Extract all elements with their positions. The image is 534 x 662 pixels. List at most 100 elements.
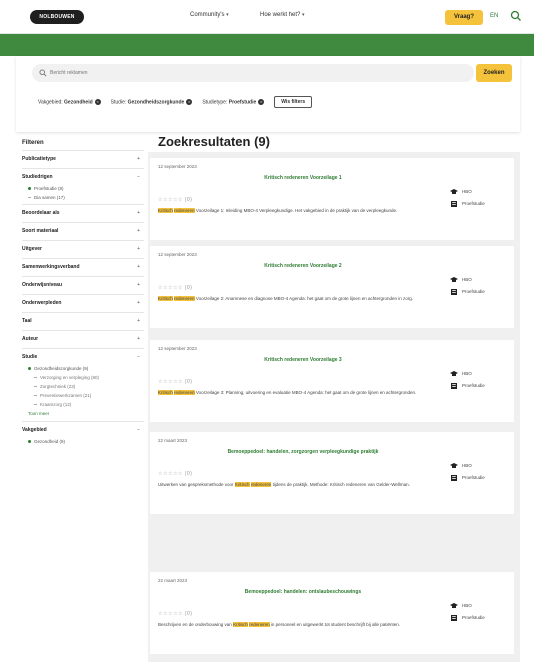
expand-toggle-icon[interactable]: + <box>137 207 140 220</box>
expand-toggle-icon[interactable]: + <box>137 225 140 238</box>
expand-toggle-icon[interactable]: + <box>137 153 140 166</box>
filter-chip-vakgebied[interactable]: Vakgebied: Gezondheid × <box>38 98 101 105</box>
filter-group-header[interactable]: Samenwerkingsverband + <box>22 261 144 274</box>
filter-option[interactable]: Proefstudie (8) <box>22 184 144 193</box>
nav-communities[interactable]: Community's ▾ <box>190 12 229 18</box>
filter-chip-studietype[interactable]: Studietype: Proefstudie × <box>202 98 265 105</box>
search-button[interactable]: Zoeken <box>476 64 512 82</box>
filter-group: Onderwijsniveau + <box>22 276 144 294</box>
filter-group: Samenwerkingsverband + <box>22 258 144 276</box>
filter-group-header[interactable]: Uitgever + <box>22 243 144 256</box>
result-card[interactable]: 12 september 2023 Kritisch redeneren Voor… <box>150 340 514 422</box>
result-title-link[interactable]: Bemoeppedoel: handelen: ontslaubeschouwi… <box>158 589 448 595</box>
graduation-cap-icon <box>450 603 458 608</box>
document-type-icon <box>451 615 457 621</box>
filter-group-label: Soort materiaal <box>22 228 59 234</box>
filter-group-header[interactable]: Onderwijsniveau + <box>22 279 144 292</box>
filter-option[interactable]: Verzorging en verpleging (80) <box>22 373 144 382</box>
filter-option[interactable]: Dia samen (17) <box>22 193 144 202</box>
result-title-link[interactable]: Kritisch redeneren Voorzeilage 2 <box>158 263 448 269</box>
filter-group: Uitgever + <box>22 240 144 258</box>
result-meta: HBO Proefstudie <box>450 600 485 624</box>
close-icon[interactable]: × <box>258 98 265 105</box>
expand-toggle-icon[interactable]: + <box>137 333 140 346</box>
language-switch[interactable]: EN <box>490 13 498 19</box>
result-card[interactable]: 22 maart 2023 Bemoeppedoel: handelen: ont… <box>150 572 514 654</box>
clear-filters-button[interactable]: Wis filters <box>274 96 313 108</box>
filter-chip-studie[interactable]: Studie: Gezondheidszorgkunde × <box>111 98 193 105</box>
result-title-link[interactable]: Kritisch redeneren Voorzeilage 1 <box>158 175 448 181</box>
close-icon[interactable]: × <box>94 98 101 105</box>
graduation-cap-icon <box>450 277 458 282</box>
study-type: Proefstudie <box>462 475 485 480</box>
result-description: Kritisch redeneren Voorzeilage 2: Anamne… <box>158 296 413 301</box>
result-card[interactable]: 12 september 2023 Kritisch redeneren Voor… <box>150 158 514 240</box>
expand-toggle-icon[interactable]: − <box>137 171 140 184</box>
search-icon[interactable] <box>510 10 522 22</box>
close-icon[interactable]: × <box>186 98 193 105</box>
expand-toggle-icon[interactable]: − <box>137 424 140 437</box>
education-level: HBO <box>462 603 472 608</box>
filter-option[interactable]: Gezondheid (9) <box>22 437 144 446</box>
expand-toggle-icon[interactable]: + <box>137 243 140 256</box>
result-description: Beschrijven en de onderbouwing van Kriti… <box>158 622 400 627</box>
filter-group-label: Studie <box>22 354 38 360</box>
result-description: Kritisch redeneren Voorzeilage 3: Planni… <box>158 390 417 395</box>
rating-stars: ☆☆☆☆☆ (0) <box>158 379 193 385</box>
search-highlight: redeneren <box>250 482 272 487</box>
filter-group-header[interactable]: Publicatietype + <box>22 153 144 166</box>
result-title-link[interactable]: Kritisch redeneren Voorzeilage 3 <box>158 357 448 363</box>
filter-group-header[interactable]: Taal + <box>22 315 144 328</box>
site-logo[interactable]: NOLBOUWEN <box>30 10 84 24</box>
search-highlight: Kritisch <box>158 296 173 301</box>
document-type-icon <box>451 383 457 389</box>
result-card[interactable]: 12 september 2023 Kritisch redeneren Voor… <box>150 246 514 328</box>
result-title-link[interactable]: Bemoeppedoel: handelen, zorgzorgen verpl… <box>158 449 448 455</box>
result-meta: HBO Proefstudie <box>450 274 485 298</box>
filter-group-header[interactable]: Soort materiaal + <box>22 225 144 238</box>
filter-group-header[interactable]: Onderwerpleden + <box>22 297 144 310</box>
selected-dot-icon <box>28 187 31 191</box>
nav-how-it-works[interactable]: Hoe werkt het? ▾ <box>260 12 305 18</box>
filter-group-label: Onderwerpleden <box>22 300 62 306</box>
filter-group-header[interactable]: Vakgebied − <box>22 424 144 437</box>
filter-group-header[interactable]: Studiedrigen − <box>22 171 144 184</box>
study-type: Proefstudie <box>462 615 485 620</box>
filter-sidebar: Filteren Publicatietype + Studiedrigen − Pro… <box>22 140 144 448</box>
search-highlight: Kritisch <box>233 622 248 627</box>
filter-group-label: Auteur <box>22 336 39 342</box>
filter-option-label: Preventiewerkzamen (21) <box>40 393 92 398</box>
show-more-link[interactable]: Toon meer <box>22 409 144 419</box>
filter-group-label: Studiedrigen <box>22 174 53 180</box>
filter-option[interactable]: Gezondheidszorgkunde (9) <box>22 364 144 373</box>
filter-group-label: Publicatietype <box>22 156 56 162</box>
search-input[interactable] <box>50 67 450 79</box>
question-button[interactable]: Vraag? <box>445 10 483 25</box>
rating-stars: ☆☆☆☆☆ (0) <box>158 471 193 477</box>
filter-option[interactable]: Kraamzorg (12) <box>22 400 144 409</box>
expand-toggle-icon[interactable]: + <box>137 297 140 310</box>
result-description: Kritisch redeneren Voorzeilage 1: Inleid… <box>158 208 398 213</box>
study-type: Proefstudie <box>462 383 485 388</box>
expand-toggle-icon[interactable]: + <box>137 315 140 328</box>
education-level: HBO <box>462 463 472 468</box>
chevron-down-icon: ▾ <box>226 12 229 18</box>
filter-group-header[interactable]: Beoordelaar als + <box>22 207 144 220</box>
filter-option[interactable]: Zorgtechniek (23) <box>22 382 144 391</box>
filter-group: Studiedrigen − Proefstudie (8) Dia samen (1… <box>22 168 144 204</box>
filter-group-header[interactable]: Studie − <box>22 351 144 364</box>
hero-band <box>0 34 534 56</box>
filter-group: Beoordelaar als + <box>22 204 144 222</box>
result-card[interactable]: 22 maart 2023 Bemoeppedoel: handelen, zor… <box>150 432 514 514</box>
filter-group-header[interactable]: Auteur + <box>22 333 144 346</box>
expand-toggle-icon[interactable]: − <box>137 351 140 364</box>
dash-icon <box>34 395 37 397</box>
study-type: Proefstudie <box>462 289 485 294</box>
education-level: HBO <box>462 189 472 194</box>
filter-option[interactable]: Preventiewerkzamen (21) <box>22 391 144 400</box>
expand-toggle-icon[interactable]: + <box>137 279 140 292</box>
search-panel: Zoeken Vakgebied: Gezondheid× Studie: Ge… <box>16 56 520 132</box>
expand-toggle-icon[interactable]: + <box>137 261 140 274</box>
filter-group: Publicatietype + <box>22 150 144 168</box>
filter-group-label: Uitgever <box>22 246 43 252</box>
